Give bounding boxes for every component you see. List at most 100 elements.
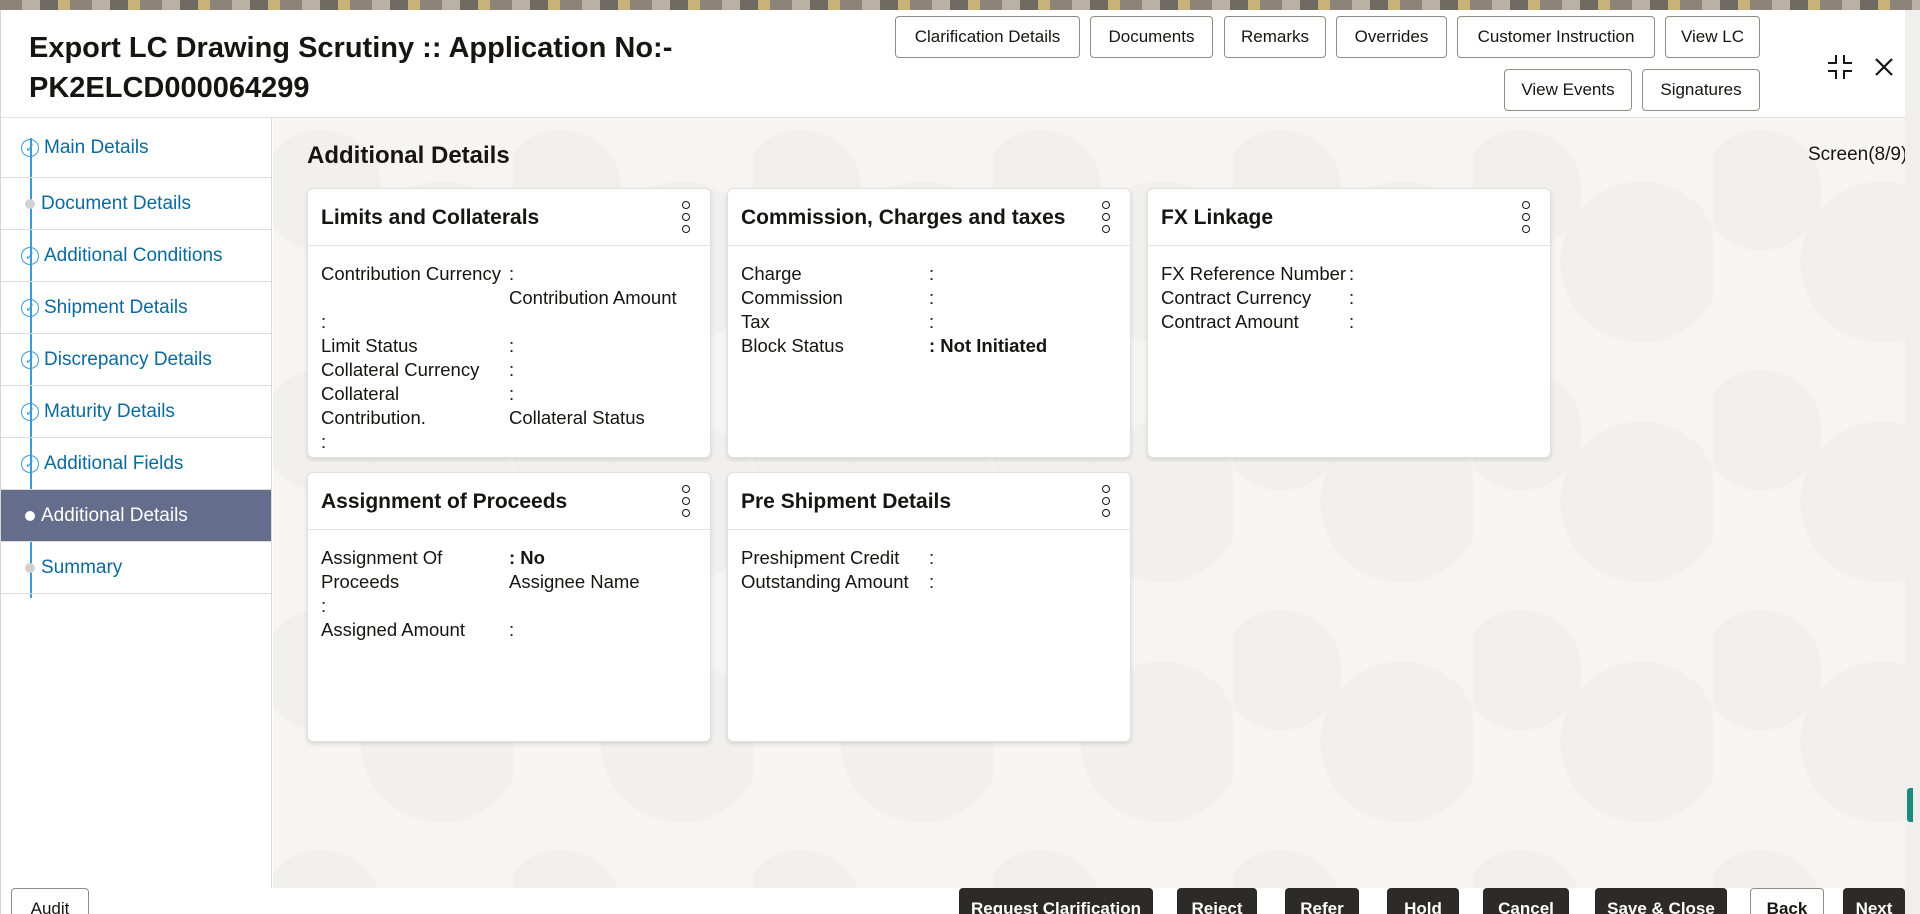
- pre-shipment-card: Pre Shipment Details Preshipment Credit …: [727, 472, 1131, 742]
- field-row: Collateral Status: [509, 406, 700, 430]
- field-row: Commission :: [741, 286, 1120, 310]
- view-events-button[interactable]: View Events: [1504, 69, 1632, 111]
- sidebar-item-label: Additional Details: [41, 505, 188, 527]
- field-value: :: [1349, 262, 1354, 286]
- field-row: Assigned Amount :: [321, 618, 700, 642]
- main-content: Additional Details Screen(8/9) Limits an…: [273, 118, 1905, 888]
- field-row: Contract Currency :: [1161, 286, 1540, 310]
- sidebar-item-document-details[interactable]: Document Details: [1, 178, 271, 230]
- next-button[interactable]: Next: [1843, 888, 1905, 914]
- documents-button[interactable]: Documents: [1090, 16, 1213, 58]
- sidebar-item-label: Summary: [41, 557, 122, 579]
- card-title: Limits and Collaterals: [321, 206, 539, 230]
- card-body: Charge : Commission : Tax : Block Status…: [741, 262, 1120, 358]
- field-value: :: [929, 262, 934, 286]
- field-value: :: [321, 594, 700, 618]
- sidebar-item-maturity-details[interactable]: ✓ Maturity Details: [1, 386, 271, 438]
- side-drawer-tab[interactable]: [1907, 788, 1913, 822]
- header: Export LC Drawing Scrutiny :: Applicatio…: [1, 10, 1905, 118]
- field-row: Collateral Currency :: [321, 358, 700, 382]
- check-circle-icon: ✓: [21, 299, 39, 317]
- section-title: Additional Details: [307, 142, 510, 170]
- block-status-value: : Not Initiated: [929, 334, 1047, 358]
- card-title: Commission, Charges and taxes: [741, 206, 1065, 230]
- kebab-menu-icon[interactable]: [1100, 201, 1112, 233]
- card-title: Assignment of Proceeds: [321, 490, 567, 514]
- field-label: Contribution Amount: [509, 262, 699, 310]
- field-row: Contract Amount :: [1161, 310, 1540, 334]
- kebab-menu-icon[interactable]: [680, 485, 692, 517]
- card-header: Commission, Charges and taxes: [728, 189, 1130, 246]
- sidebar-item-label: Additional Fields: [44, 453, 183, 475]
- field-label: Outstanding Amount: [741, 570, 929, 594]
- field-label: Collateral Currency: [321, 358, 509, 382]
- reject-button[interactable]: Reject: [1177, 888, 1257, 914]
- background-strip: [0, 0, 1920, 10]
- compress-icon[interactable]: [1823, 50, 1857, 84]
- audit-button[interactable]: Audit: [11, 888, 89, 914]
- field-value: :: [929, 546, 934, 570]
- card-header: Pre Shipment Details: [728, 473, 1130, 530]
- hold-button[interactable]: Hold: [1387, 888, 1459, 914]
- kebab-menu-icon[interactable]: [680, 201, 692, 233]
- current-dot-icon: [25, 511, 35, 521]
- sidebar-item-summary[interactable]: Summary: [1, 542, 271, 594]
- assignment-proceeds-card: Assignment of Proceeds Assignment Of Pro…: [307, 472, 711, 742]
- field-label: Preshipment Credit: [741, 546, 929, 570]
- card-title: Pre Shipment Details: [741, 490, 951, 514]
- view-lc-button[interactable]: View LC: [1665, 16, 1760, 58]
- card-header: Assignment of Proceeds: [308, 473, 710, 530]
- field-label: Contribution Currency: [321, 262, 509, 286]
- sidebar-item-additional-conditions[interactable]: ✓ Additional Conditions: [1, 230, 271, 282]
- field-label: Contract Amount: [1161, 310, 1349, 334]
- kebab-menu-icon[interactable]: [1100, 485, 1112, 517]
- field-label: Charge: [741, 262, 929, 286]
- card-body: FX Reference Number : Contract Currency …: [1161, 262, 1540, 334]
- back-button[interactable]: Back: [1750, 888, 1824, 914]
- field-value: :: [1349, 286, 1354, 310]
- field-value: :: [321, 310, 700, 334]
- field-label: FX Reference Number: [1161, 262, 1349, 286]
- field-label: Tax: [741, 310, 929, 334]
- sidebar-item-main-details[interactable]: ✓ Main Details: [1, 118, 271, 178]
- clarification-details-button[interactable]: Clarification Details: [895, 16, 1080, 58]
- sidebar-item-additional-fields[interactable]: ✓ Additional Fields: [1, 438, 271, 490]
- screen-indicator: Screen(8/9): [1808, 144, 1905, 166]
- signatures-button[interactable]: Signatures: [1642, 69, 1760, 111]
- field-row: Charge :: [741, 262, 1120, 286]
- field-value: :: [929, 570, 934, 594]
- sidebar-item-discrepancy-details[interactable]: ✓ Discrepancy Details: [1, 334, 271, 386]
- field-row: Block Status : Not Initiated: [741, 334, 1120, 358]
- sidebar-item-additional-details[interactable]: Additional Details: [1, 490, 271, 542]
- check-circle-icon: ✓: [21, 403, 39, 421]
- sidebar-item-shipment-details[interactable]: ✓ Shipment Details: [1, 282, 271, 334]
- remarks-button[interactable]: Remarks: [1224, 16, 1326, 58]
- field-row: Assignee Name: [509, 570, 700, 594]
- card-body: Assignment Of Proceeds : No Assignee Nam…: [321, 546, 700, 642]
- page-title: Export LC Drawing Scrutiny :: Applicatio…: [29, 28, 729, 108]
- overrides-button[interactable]: Overrides: [1336, 16, 1447, 58]
- sidebar-item-label: Maturity Details: [44, 401, 175, 423]
- field-label: Assigned Amount: [321, 618, 509, 642]
- field-value: :: [509, 334, 514, 358]
- field-label: Assignment Of Proceeds: [321, 546, 461, 594]
- fx-linkage-card: FX Linkage FX Reference Number : Contrac…: [1147, 188, 1551, 458]
- sidebar-item-label: Additional Conditions: [44, 245, 223, 267]
- card-body: Preshipment Credit : Outstanding Amount …: [741, 546, 1120, 594]
- check-circle-icon: ✓: [21, 351, 39, 369]
- check-circle-icon: ✓: [21, 247, 39, 265]
- field-row: FX Reference Number :: [1161, 262, 1540, 286]
- cancel-button[interactable]: Cancel: [1483, 888, 1569, 914]
- pending-dot-icon: [25, 563, 35, 573]
- save-close-button[interactable]: Save & Close: [1595, 888, 1727, 914]
- field-label: Block Status: [741, 334, 929, 358]
- refer-button[interactable]: Refer: [1285, 888, 1359, 914]
- card-body: Contribution Currency : Contribution Amo…: [321, 262, 700, 454]
- pending-dot-icon: [25, 199, 35, 209]
- close-icon[interactable]: [1867, 50, 1901, 84]
- customer-instruction-button[interactable]: Customer Instruction: [1457, 16, 1655, 58]
- kebab-menu-icon[interactable]: [1520, 201, 1532, 233]
- field-value: :: [509, 358, 514, 382]
- sidebar-item-label: Discrepancy Details: [44, 349, 212, 371]
- request-clarification-button[interactable]: Request Clarification: [959, 888, 1153, 914]
